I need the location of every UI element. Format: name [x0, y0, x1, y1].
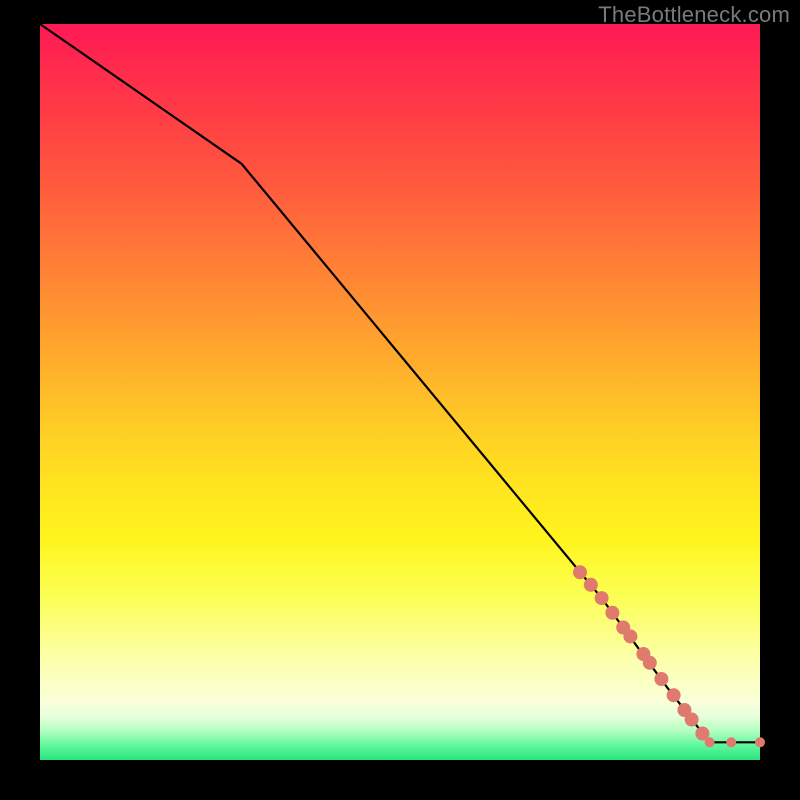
chart-svg: [40, 24, 760, 760]
chart-marker: [605, 606, 619, 620]
chart-marker: [726, 737, 736, 747]
chart-marker: [595, 591, 609, 605]
chart-frame: TheBottleneck.com: [0, 0, 800, 800]
chart-marker: [667, 688, 681, 702]
chart-marker: [573, 565, 587, 579]
chart-marker: [584, 578, 598, 592]
chart-marker: [705, 737, 715, 747]
chart-marker: [643, 656, 657, 670]
chart-line: [40, 24, 760, 742]
chart-marker: [685, 713, 699, 727]
chart-markers: [573, 565, 765, 747]
chart-marker: [654, 672, 668, 686]
plot-area: [40, 24, 760, 760]
chart-marker: [623, 629, 637, 643]
chart-marker: [755, 737, 765, 747]
